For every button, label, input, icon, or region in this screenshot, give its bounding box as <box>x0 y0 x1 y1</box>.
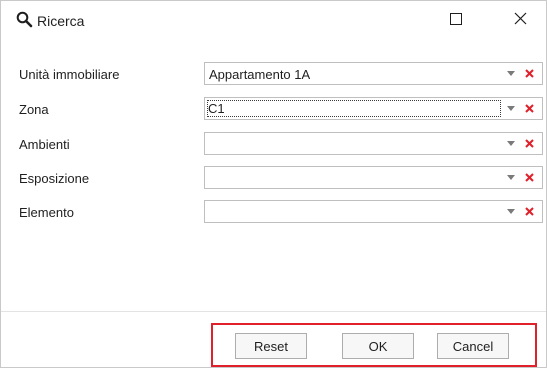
field-row-ambienti: Ambienti <box>1 132 546 156</box>
clear-x-icon[interactable] <box>522 204 537 219</box>
field-label: Esposizione <box>19 171 90 186</box>
clear-x-icon[interactable] <box>522 170 537 185</box>
field-row-elemento: Elemento <box>1 200 546 224</box>
esposizione-combo[interactable] <box>204 166 543 189</box>
ok-button[interactable]: OK <box>342 333 414 359</box>
close-button[interactable] <box>497 1 543 39</box>
search-dialog: Ricerca Unità immobiliare Appartamento 1… <box>0 0 547 368</box>
zona-combo[interactable]: C1 <box>204 97 543 120</box>
window-title: Ricerca <box>37 13 85 29</box>
clear-x-icon[interactable] <box>522 66 537 81</box>
maximize-icon <box>450 12 462 28</box>
unita-immobiliare-combo[interactable]: Appartamento 1A <box>204 62 543 85</box>
footer-divider <box>1 311 546 312</box>
search-icon <box>16 11 33 28</box>
chevron-down-icon[interactable] <box>504 66 518 81</box>
cancel-button[interactable]: Cancel <box>437 333 509 359</box>
field-label: Zona <box>19 102 49 117</box>
field-label: Ambienti <box>19 137 70 152</box>
clear-x-icon[interactable] <box>522 101 537 116</box>
chevron-down-icon[interactable] <box>504 101 518 116</box>
field-row-unita: Unità immobiliare Appartamento 1A <box>1 62 546 86</box>
ambienti-combo[interactable] <box>204 132 543 155</box>
field-label: Elemento <box>19 205 74 220</box>
combo-value: Appartamento 1A <box>209 67 311 82</box>
chevron-down-icon[interactable] <box>504 204 518 219</box>
focus-indicator <box>207 100 501 117</box>
elemento-combo[interactable] <box>204 200 543 223</box>
close-icon <box>514 12 527 28</box>
reset-button[interactable]: Reset <box>235 333 307 359</box>
field-row-esposizione: Esposizione <box>1 166 546 190</box>
maximize-button[interactable] <box>433 1 479 39</box>
title-bar: Ricerca <box>1 1 546 39</box>
chevron-down-icon[interactable] <box>504 170 518 185</box>
field-label: Unità immobiliare <box>19 67 120 82</box>
combo-value: C1 <box>208 101 225 116</box>
chevron-down-icon[interactable] <box>504 136 518 151</box>
field-row-zona: Zona C1 <box>1 97 546 121</box>
clear-x-icon[interactable] <box>522 136 537 151</box>
